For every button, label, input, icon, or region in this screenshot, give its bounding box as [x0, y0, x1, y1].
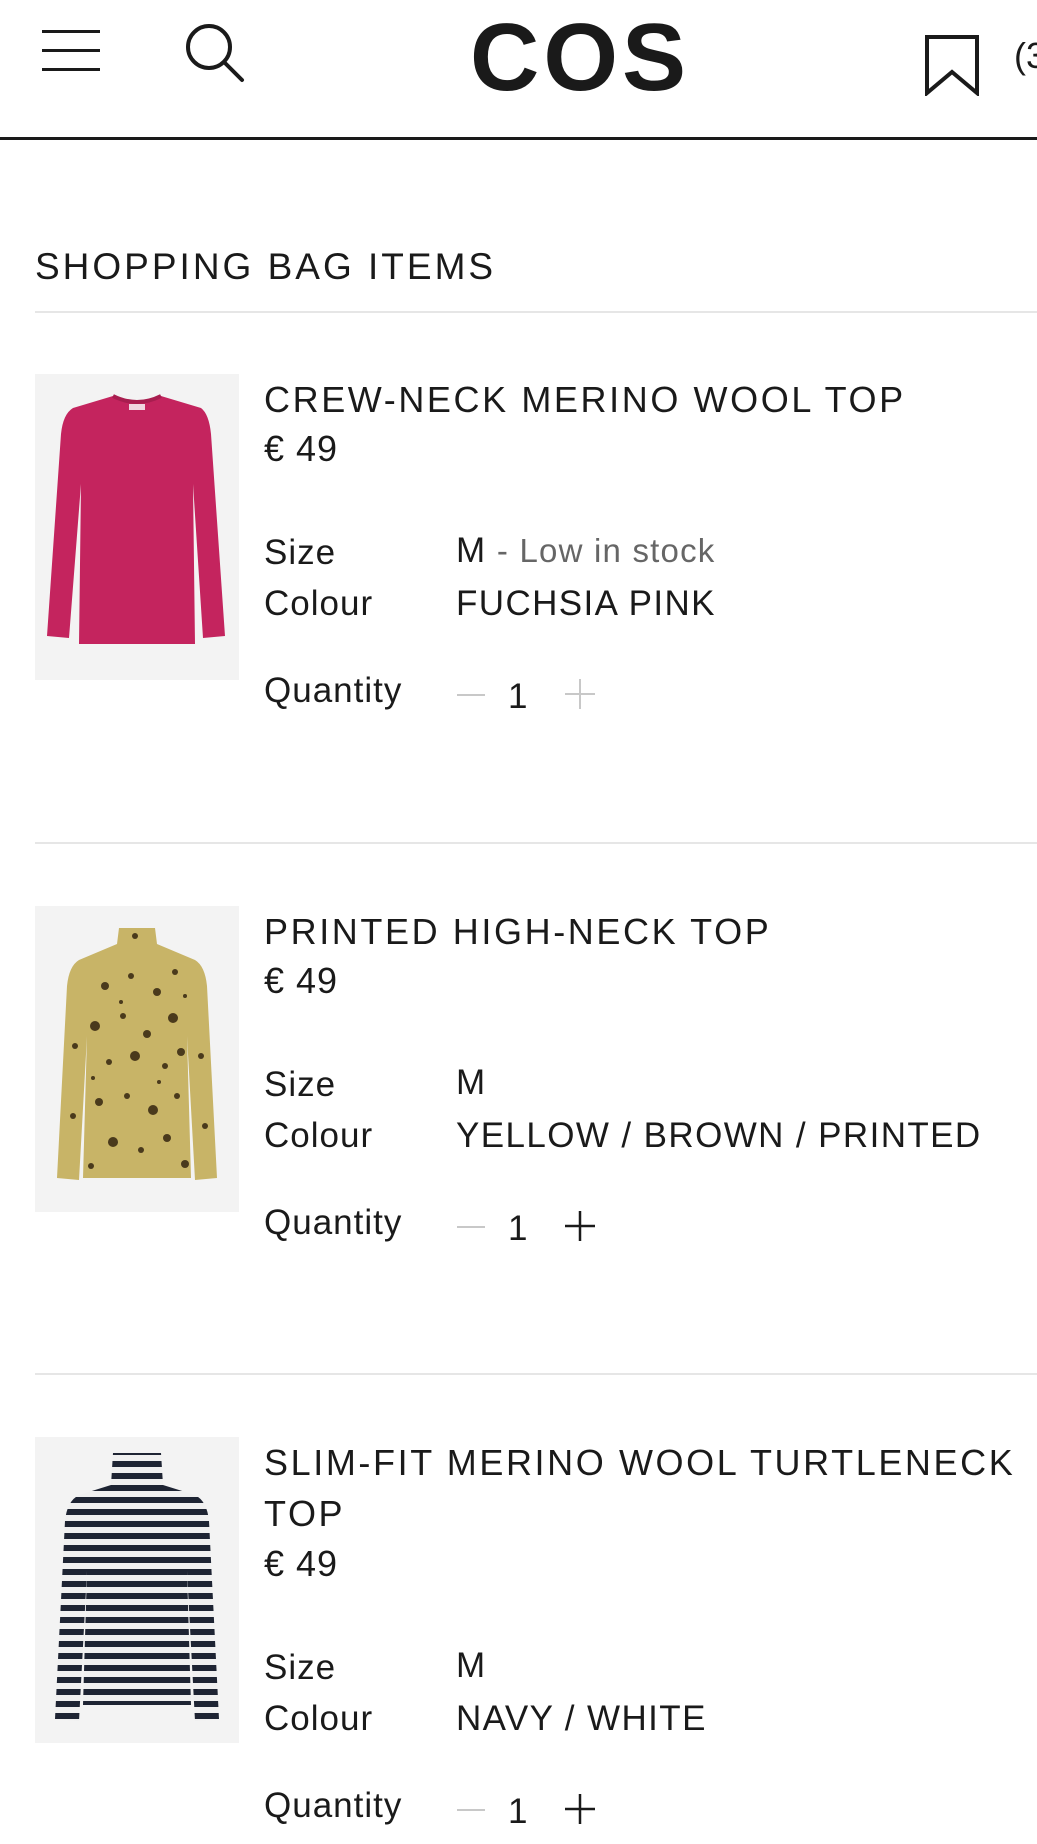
- bag-count[interactable]: (3: [1014, 36, 1037, 76]
- increase-quantity-icon[interactable]: [564, 678, 596, 710]
- product-name[interactable]: PRINTED HIGH-NECK TOP: [264, 906, 1024, 957]
- top-header: COS (3: [0, 0, 1037, 140]
- quantity-label: Quantity: [264, 1203, 403, 1242]
- bookmark-icon[interactable]: [924, 34, 980, 96]
- increase-quantity-icon[interactable]: [564, 1210, 596, 1242]
- size-value-text: M: [456, 531, 487, 570]
- search-icon[interactable]: [184, 22, 246, 84]
- decrease-quantity-icon[interactable]: [456, 1795, 486, 1825]
- size-label: Size: [264, 1648, 337, 1687]
- colour-value: YELLOW / BROWN / PRINTED: [456, 1116, 982, 1155]
- item-divider: [35, 842, 1037, 844]
- quantity-value: 1: [508, 1209, 528, 1248]
- product-price: € 49: [264, 960, 339, 1001]
- leopard-print-top-image: [57, 928, 217, 1180]
- item-divider: [35, 1373, 1037, 1375]
- product-price: € 49: [264, 1543, 339, 1584]
- product-price: € 49: [264, 428, 339, 469]
- fuchsia-pink-top-image: [47, 394, 225, 644]
- section-title: SHOPPING BAG ITEMS: [35, 246, 497, 287]
- quantity-value: 1: [508, 677, 528, 716]
- quantity-label: Quantity: [264, 671, 403, 710]
- size-label: Size: [264, 1065, 337, 1104]
- section-divider: [35, 311, 1037, 313]
- quantity-value: 1: [508, 1792, 528, 1831]
- increase-quantity-icon[interactable]: [564, 1793, 596, 1825]
- size-label: Size: [264, 533, 337, 572]
- quantity-label: Quantity: [264, 1786, 403, 1825]
- striped-turtleneck-image: [55, 1453, 219, 1721]
- colour-label: Colour: [264, 584, 374, 623]
- colour-value: NAVY / WHITE: [456, 1699, 707, 1738]
- size-value: M: [456, 1646, 487, 1685]
- bag-item: PRINTED HIGH-NECK TOP € 49 Size M Colour…: [0, 906, 1037, 1306]
- colour-value: FUCHSIA PINK: [456, 584, 716, 623]
- product-name[interactable]: SLIM-FIT MERINO WOOL TURTLENECK TOP: [264, 1437, 1024, 1539]
- stock-status: - Low in stock: [486, 532, 716, 569]
- decrease-quantity-icon[interactable]: [456, 680, 486, 710]
- hamburger-menu-icon[interactable]: [42, 28, 100, 74]
- brand-logo[interactable]: COS: [470, 6, 690, 110]
- product-name[interactable]: CREW-NECK MERINO WOOL TOP: [264, 374, 1024, 425]
- product-image[interactable]: [35, 374, 239, 680]
- decrease-quantity-icon[interactable]: [456, 1212, 486, 1242]
- product-image[interactable]: [35, 906, 239, 1212]
- colour-label: Colour: [264, 1699, 374, 1738]
- product-image[interactable]: [35, 1437, 239, 1743]
- size-value: M - Low in stock: [456, 528, 715, 574]
- size-value: M: [456, 1063, 487, 1102]
- colour-label: Colour: [264, 1116, 374, 1155]
- bag-item: SLIM-FIT MERINO WOOL TURTLENECK TOP € 49…: [0, 1437, 1037, 1837]
- bag-item: CREW-NECK MERINO WOOL TOP € 49 Size M - …: [0, 374, 1037, 774]
